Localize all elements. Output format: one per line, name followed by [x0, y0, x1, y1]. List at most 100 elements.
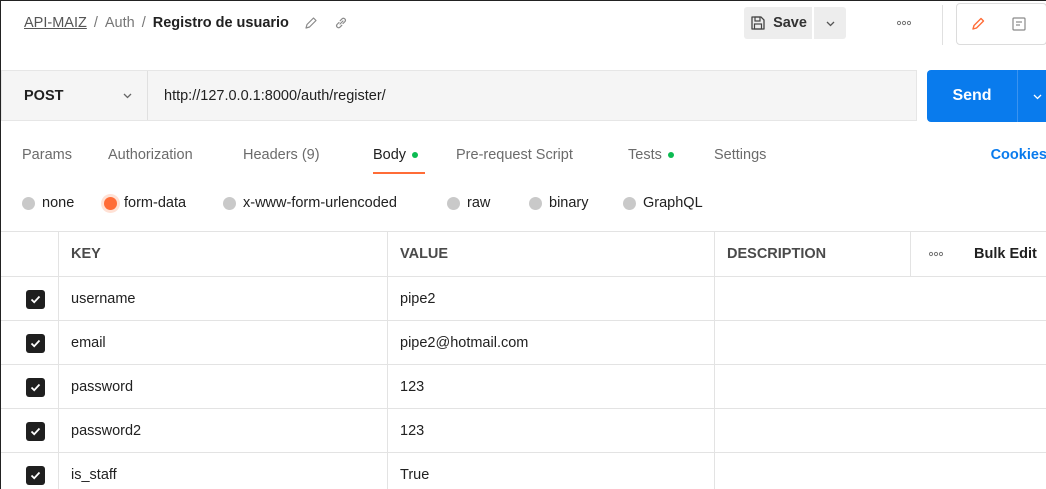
breadcrumb-folder[interactable]: Auth [105, 15, 135, 31]
tab-body[interactable]: Body [373, 147, 419, 163]
divider [942, 5, 943, 45]
breadcrumb-separator: / [141, 15, 146, 31]
check-icon [30, 383, 41, 392]
row-checkbox[interactable] [26, 466, 45, 485]
url-input[interactable] [148, 71, 916, 120]
description-cell[interactable] [714, 365, 1046, 408]
send-dropdown-button[interactable] [1017, 70, 1046, 122]
description-cell[interactable] [714, 409, 1046, 452]
tab-label: Body [373, 147, 407, 163]
body-type-selector: none form-data x-www-form-urlencoded raw… [1, 191, 1046, 217]
description-cell[interactable] [714, 321, 1046, 364]
radio-circle [223, 196, 236, 210]
cookies-link[interactable]: Cookies [991, 147, 1046, 163]
value-cell[interactable]: True [387, 453, 714, 489]
table-more-button[interactable] [910, 232, 960, 276]
header-checkbox-cell [1, 232, 58, 276]
send-button[interactable]: Send [927, 70, 1017, 122]
more-icon [897, 20, 911, 26]
more-icon [928, 251, 943, 257]
pencil-icon[interactable] [303, 15, 319, 31]
key-cell[interactable]: is_staff [58, 453, 387, 489]
chevron-down-icon [826, 21, 834, 26]
breadcrumb: API-MAIZ / Auth / Registro de usuario [24, 15, 349, 31]
row-checkbox[interactable] [26, 290, 45, 309]
breadcrumb-separator: / [93, 15, 98, 31]
save-group: Save [744, 7, 846, 39]
radio-raw[interactable]: raw [447, 195, 490, 211]
radio-graphql[interactable]: GraphQL [623, 195, 703, 211]
tab-label: Pre-request Script [456, 147, 573, 163]
description-cell[interactable] [714, 453, 1046, 489]
request-name[interactable]: Registro de usuario [153, 15, 289, 31]
tab-params[interactable]: Params [22, 147, 72, 163]
radio-label: GraphQL [643, 195, 703, 211]
more-options-button[interactable] [894, 11, 914, 35]
value-cell[interactable]: 123 [387, 365, 714, 408]
description-cell[interactable] [714, 277, 1046, 320]
table-row: password2 123 [1, 408, 1046, 452]
comment-icon [1011, 17, 1026, 31]
value-cell[interactable]: pipe2 [387, 277, 714, 320]
tab-pre-request-script[interactable]: Pre-request Script [456, 147, 573, 163]
right-toolbar [956, 3, 1046, 45]
tab-label: Authorization [108, 147, 193, 163]
check-icon [30, 471, 41, 480]
value-cell[interactable]: pipe2@hotmail.com [387, 321, 714, 364]
radio-circle [22, 196, 35, 210]
active-tab-indicator [373, 172, 425, 174]
check-icon [30, 295, 41, 304]
chevron-down-icon [123, 93, 132, 99]
pencil-icon [971, 17, 984, 30]
row-checkbox[interactable] [26, 378, 45, 397]
tab-tests[interactable]: Tests [628, 147, 674, 163]
key-cell[interactable]: username [58, 277, 387, 320]
send-group: Send [927, 70, 1046, 122]
row-checkbox[interactable] [26, 334, 45, 353]
key-cell[interactable]: password2 [58, 409, 387, 452]
method-select[interactable]: POST [2, 71, 148, 120]
edit-button[interactable] [957, 4, 998, 44]
breadcrumb-collection[interactable]: API-MAIZ [24, 15, 87, 31]
save-dropdown-button[interactable] [814, 7, 846, 39]
radio-label: raw [467, 195, 491, 211]
key-cell[interactable]: email [58, 321, 387, 364]
radio-circle [104, 196, 117, 210]
radio-x-www-form-urlencoded[interactable]: x-www-form-urlencoded [223, 195, 397, 211]
header-key: KEY [58, 232, 387, 276]
tab-headers[interactable]: Headers (9) [243, 147, 320, 163]
documentation-button[interactable] [998, 4, 1039, 44]
save-icon [751, 16, 765, 30]
radio-label: none [42, 195, 75, 211]
radio-circle [529, 196, 542, 210]
check-icon [30, 339, 41, 348]
key-cell[interactable]: password [58, 365, 387, 408]
value-cell[interactable]: 123 [387, 409, 714, 452]
check-icon [30, 427, 41, 436]
link-icon[interactable] [333, 15, 349, 31]
row-checkbox[interactable] [26, 422, 45, 441]
radio-form-data[interactable]: form-data [104, 195, 186, 211]
tab-label: Tests [628, 147, 662, 163]
radio-none[interactable]: none [22, 195, 74, 211]
tab-label: Headers (9) [243, 147, 320, 163]
radio-label: binary [549, 195, 589, 211]
tab-label: Params [22, 147, 72, 163]
radio-label: x-www-form-urlencoded [243, 195, 397, 211]
status-dot [667, 152, 674, 158]
tab-settings[interactable]: Settings [714, 147, 766, 163]
bulk-edit-button[interactable]: Bulk Edit [960, 232, 1046, 276]
radio-binary[interactable]: binary [529, 195, 589, 211]
tab-label: Settings [714, 147, 767, 163]
save-button[interactable]: Save [744, 7, 812, 39]
request-tabs: Params Authorization Headers (9) Body Pr… [1, 137, 1046, 177]
radio-circle [447, 196, 460, 210]
header-description: DESCRIPTION [714, 232, 910, 276]
method-label: POST [24, 87, 64, 104]
table-row: password 123 [1, 364, 1046, 408]
tab-authorization[interactable]: Authorization [108, 147, 193, 163]
table-row: username pipe2 [1, 276, 1046, 320]
radio-label: form-data [124, 195, 187, 211]
table-row: email pipe2@hotmail.com [1, 320, 1046, 364]
table-header-row: KEY VALUE DESCRIPTION Bulk Edit [1, 231, 1046, 276]
